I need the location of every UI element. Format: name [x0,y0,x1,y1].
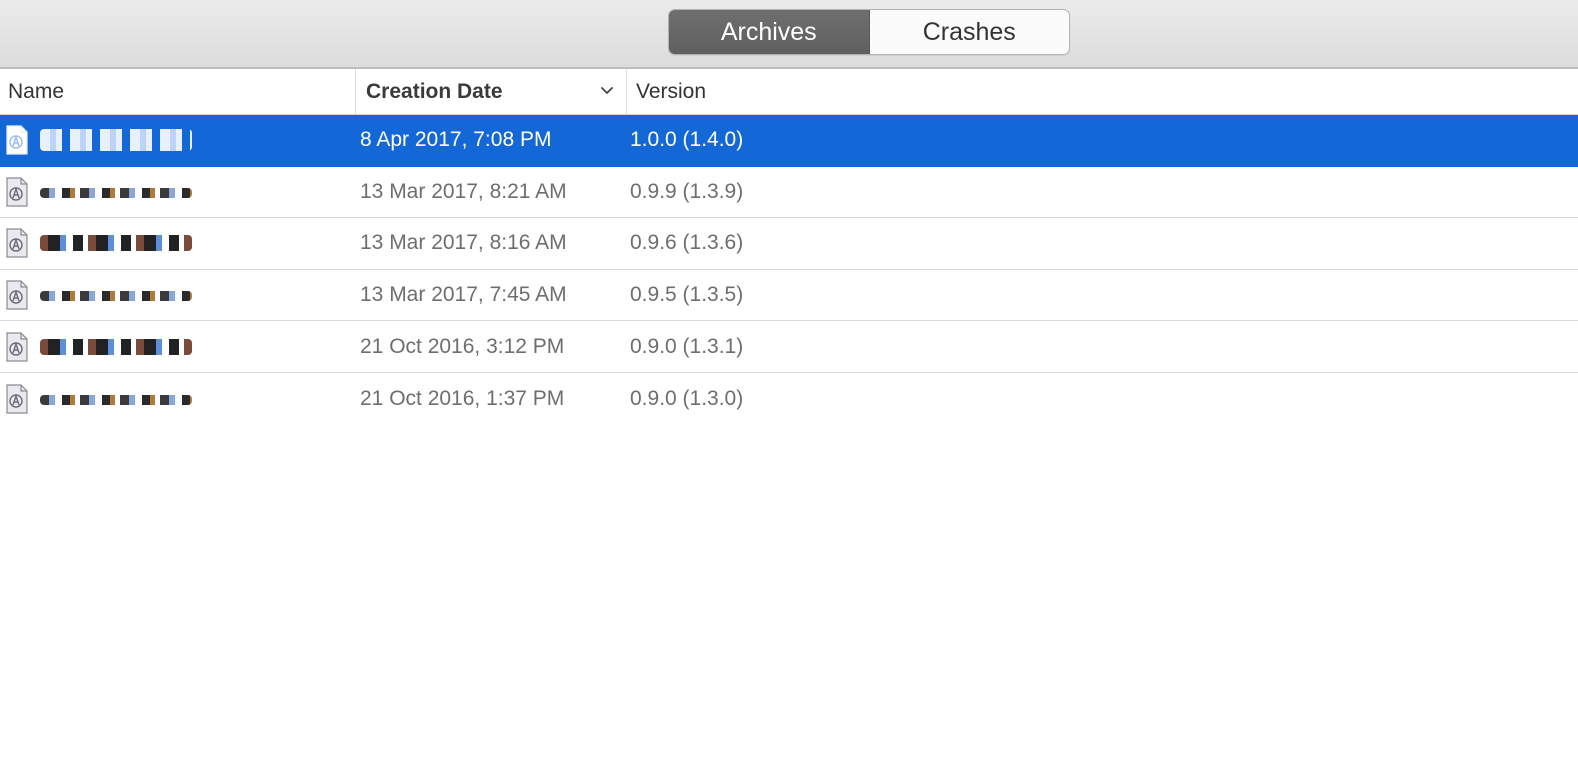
creation-date: 13 Mar 2017, 8:21 AM [360,179,567,203]
archive-name [40,167,200,218]
archive-icon [6,228,28,259]
version: 0.9.0 (1.3.0) [630,386,744,410]
creation-date: 13 Mar 2017, 8:16 AM [360,231,567,255]
redacted-name [40,394,192,405]
toolbar: Archives Crashes [0,0,1578,69]
archive-icon [6,384,28,414]
creation-date: 21 Oct 2016, 3:12 PM [360,334,565,358]
archive-name [40,321,200,372]
creation-date: 8 Apr 2017, 7:08 PM [360,128,552,152]
column-header-name[interactable]: Name [0,69,356,114]
version: 0.9.5 (1.3.5) [630,283,744,307]
table-row[interactable]: 13 Mar 2017, 8:21 AM 0.9.9 (1.3.9) [0,167,1578,219]
archives-table: 8 Apr 2017, 7:08 PM 1.0.0 (1.4.0) 13 Mar… [0,115,1578,425]
archive-name [40,218,200,269]
version: 0.9.9 (1.3.9) [630,179,744,203]
column-header-creation-date-label: Creation Date [366,79,503,103]
redacted-name [40,129,192,152]
archive-icon [6,125,28,155]
tab-archives[interactable]: Archives [669,10,870,54]
table-row[interactable]: 13 Mar 2017, 8:16 AM 0.9.6 (1.3.6) [0,218,1578,270]
column-header-version[interactable]: Version [628,69,1028,114]
redacted-name [40,291,192,302]
archive-name [40,115,200,166]
archive-icon [6,280,28,310]
table-row[interactable]: 13 Mar 2017, 7:45 AM 0.9.5 (1.3.5) [0,270,1578,322]
archives-crashes-segmented-control: Archives Crashes [668,9,1070,55]
archive-icon [6,177,28,207]
version: 0.9.0 (1.3.1) [630,334,744,358]
column-header-creation-date[interactable]: Creation Date [357,69,627,114]
tab-crashes[interactable]: Crashes [869,10,1069,54]
archive-name [40,270,200,321]
table-row[interactable]: 21 Oct 2016, 3:12 PM 0.9.0 (1.3.1) [0,321,1578,373]
redacted-name [40,338,192,355]
table-row[interactable]: 21 Oct 2016, 1:37 PM 0.9.0 (1.3.0) [0,373,1578,425]
table-row[interactable]: 8 Apr 2017, 7:08 PM 1.0.0 (1.4.0) [0,115,1578,167]
creation-date: 21 Oct 2016, 1:37 PM [360,386,565,410]
redacted-name [40,187,192,198]
chevron-down-icon[interactable] [600,84,614,98]
table-header: Name Creation Date Version [0,69,1578,115]
archive-icon [6,332,28,362]
version: 1.0.0 (1.4.0) [630,128,744,152]
redacted-name [40,235,192,252]
archive-name [40,373,200,425]
creation-date: 13 Mar 2017, 7:45 AM [360,283,567,307]
version: 0.9.6 (1.3.6) [630,231,744,255]
